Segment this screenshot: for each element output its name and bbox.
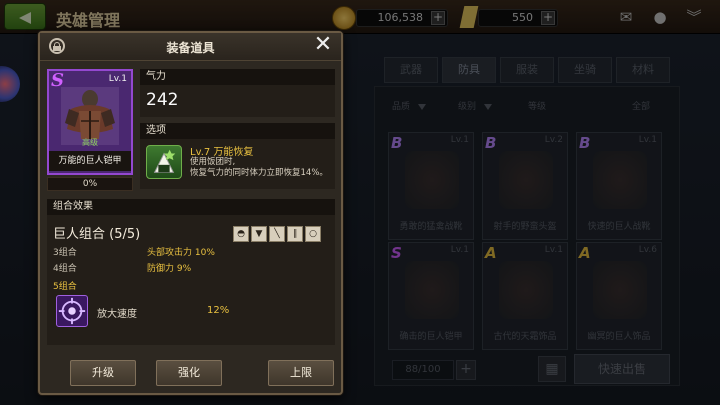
boots-icon: ∥ bbox=[287, 226, 303, 242]
equip-item-dialog: 装备道具 ✕ S Lv.1 高级 万能的巨人铠甲 0% 气力 242 选项 Lv… bbox=[38, 31, 343, 395]
option-label: 选项 bbox=[140, 123, 335, 139]
close-icon[interactable]: ✕ bbox=[313, 34, 333, 56]
weapon-icon: ╲ bbox=[269, 226, 285, 242]
combo5-label: 5组合 bbox=[53, 282, 77, 292]
set-effect-section: 组合效果 巨人组合 (5/5) ◓ ▼ ╲ ∥ ○ 3组合 头部攻击力 10% 4组合 … bbox=[47, 199, 335, 345]
helmet-icon: ◓ bbox=[233, 226, 249, 242]
rice-ball-icon bbox=[146, 145, 182, 179]
limit-break-button[interactable]: 上限 bbox=[268, 360, 334, 386]
option-desc-line-1: 使用饭团时, bbox=[190, 157, 236, 167]
item-set-tag: 高级 bbox=[82, 138, 98, 147]
armor-icon: ▼ bbox=[251, 226, 267, 242]
option-skill-desc: 使用饭团时, 恢复气力的同时体力立即恢复14%。 bbox=[190, 157, 335, 179]
item-progress: 0% bbox=[47, 177, 133, 191]
set-effect-label: 组合效果 bbox=[47, 199, 335, 215]
combo5-buff-name: 放大速度 bbox=[97, 309, 137, 320]
combo5-buff-value: 12% bbox=[207, 305, 230, 316]
power-label: 气力 bbox=[140, 69, 335, 85]
ring-icon: ○ bbox=[305, 226, 321, 242]
combo4-effect: 防御力 9% bbox=[147, 264, 192, 274]
upgrade-button[interactable]: 升级 bbox=[70, 360, 136, 386]
combo3-label: 3组合 bbox=[53, 248, 77, 258]
option-desc-line-2: 恢复气力的同时体力立即恢复14%。 bbox=[190, 168, 328, 178]
item-portrait: S Lv.1 高级 万能的巨人铠甲 bbox=[47, 69, 133, 175]
set-slot-icons: ◓ ▼ ╲ ∥ ○ bbox=[233, 221, 323, 242]
combo3-effect: 头部攻击力 10% bbox=[147, 248, 215, 258]
enhance-button[interactable]: 强化 bbox=[156, 360, 222, 386]
hero-management-screen: 英雄管理 106,538 + 550 + ✉ ● ︾ 武器 防具 服装 坐骑 材… bbox=[0, 0, 720, 405]
item-level: Lv.1 bbox=[108, 74, 127, 84]
item-name: 万能的巨人铠甲 bbox=[49, 151, 131, 171]
option-skill-title: Lv.7 万能恢复 bbox=[190, 147, 254, 158]
combo4-label: 4组合 bbox=[53, 264, 77, 274]
dialog-header: 装备道具 ✕ bbox=[40, 33, 341, 61]
power-section: 气力 242 bbox=[140, 69, 335, 117]
power-value: 242 bbox=[146, 90, 179, 110]
speed-buff-icon bbox=[56, 295, 88, 327]
option-section: 选项 Lv.7 万能恢复 使用饭团时, 恢复气力的同时体力立即恢复14%。 bbox=[140, 123, 335, 189]
set-name: 巨人组合 (5/5) bbox=[53, 227, 141, 242]
dialog-title: 装备道具 bbox=[166, 41, 215, 55]
